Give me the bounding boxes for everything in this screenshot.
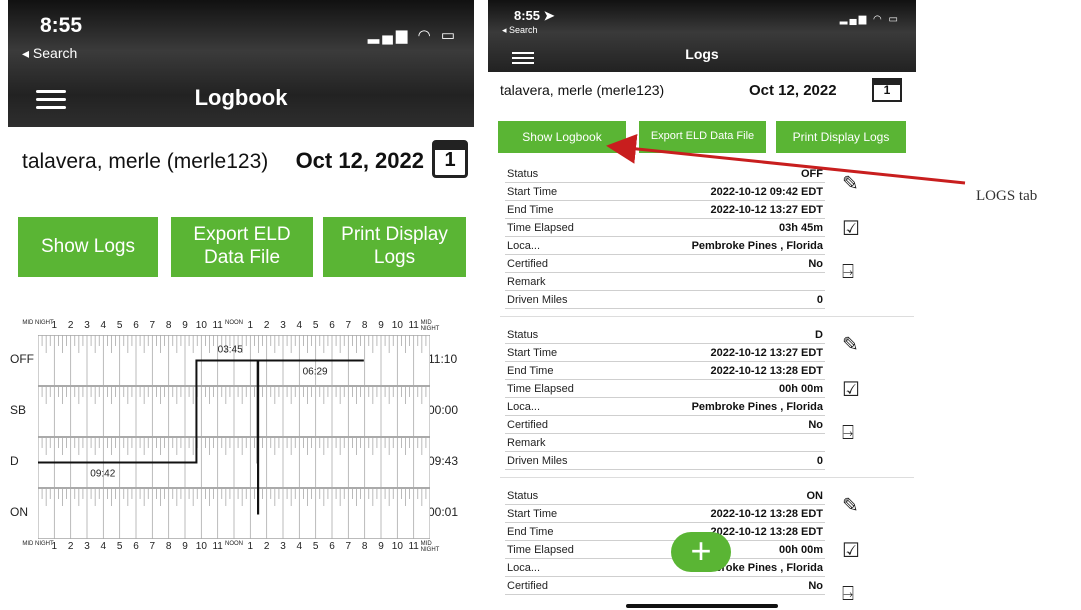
annotation-label: LOGS tab (976, 188, 1038, 204)
annotation-arrow (606, 133, 966, 185)
